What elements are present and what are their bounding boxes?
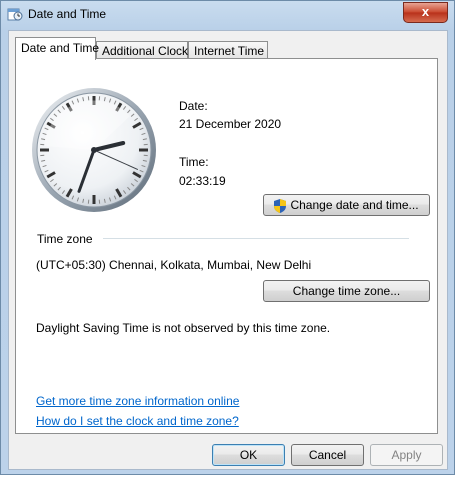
time-value: 02:33:19 (179, 174, 226, 188)
tab-internet-time[interactable]: Internet Time (188, 41, 268, 59)
how-to-set-clock-link[interactable]: How do I set the clock and time zone? (36, 414, 239, 428)
time-label: Time: (179, 155, 209, 169)
window-title: Date and Time (28, 7, 107, 21)
cancel-button[interactable]: Cancel (291, 444, 364, 466)
date-label: Date: (179, 99, 208, 113)
title-bar[interactable]: Date and Time x (1, 1, 454, 27)
calendar-clock-icon (7, 8, 23, 21)
tab-date-and-time[interactable]: Date and Time (15, 37, 99, 60)
close-button[interactable]: x (403, 2, 448, 23)
date-value: 21 December 2020 (179, 117, 282, 131)
tab-panel-date-and-time: Date: 21 December 2020 Time: 02:33:19 Ch… (15, 58, 438, 434)
change-date-and-time-button[interactable]: Change date and time... (263, 194, 430, 216)
ok-button[interactable]: OK (212, 444, 285, 466)
change-date-and-time-label: Change date and time... (290, 198, 419, 212)
uac-shield-icon (274, 198, 287, 213)
date-time-window: Date and Time x Date and Time Additional… (0, 0, 455, 475)
time-zone-value: (UTC+05:30) Chennai, Kolkata, Mumbai, Ne… (36, 258, 312, 272)
change-time-zone-button[interactable]: Change time zone... (263, 280, 430, 302)
apply-button[interactable]: Apply (370, 444, 443, 466)
time-zone-section-label: Time zone (37, 232, 93, 246)
dst-note: Daylight Saving Time is not observed by … (36, 321, 331, 335)
tab-additional-clocks[interactable]: Additional Clocks (96, 41, 194, 59)
close-icon: x (421, 4, 430, 19)
time-zone-divider (103, 238, 409, 239)
dialog-body: Date and Time Additional Clocks Internet… (8, 30, 448, 470)
more-time-zone-info-link[interactable]: Get more time zone information online (36, 394, 239, 408)
analog-clock-icon (32, 88, 156, 212)
